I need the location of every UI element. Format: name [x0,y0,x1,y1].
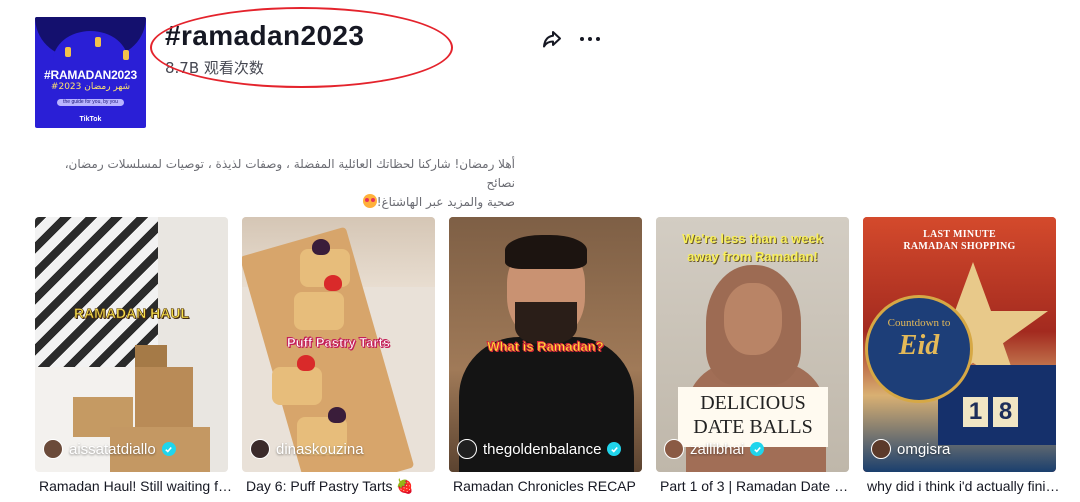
calendar-digit: 8 [993,397,1018,427]
thumbnail-berry [324,275,342,291]
thumbnail-hair [505,235,587,269]
more-options-button[interactable] [578,27,602,51]
avatar [664,439,684,459]
thumbnail-box [135,345,167,367]
verified-icon [607,442,622,456]
video-caption[interactable]: Part 1 of 3 | Ramadan Date Balls [660,478,853,494]
video-overlay-text: We're less than a week away from Ramadan… [682,231,823,264]
more-icon [580,37,600,41]
video-caption[interactable]: why did i think i'd actually finish my s… [867,478,1060,494]
thumbnail-berry [312,239,330,255]
author-name: dinaskouzina [276,440,364,458]
calendar-digit: 1 [963,397,988,427]
annotation-circle [150,7,453,88]
plate-text-main: Eid [898,330,940,361]
video-overlay-text: Puff Pastry Tarts [286,335,391,351]
avatar [43,439,63,459]
video-author[interactable]: dinaskouzina [250,439,364,459]
verified-icon [161,442,176,456]
plate-text: Countdown to Eid [865,317,973,362]
description-line-2-text: صحية والمزيد عبر الهاشتاغ! [376,195,515,209]
author-name: omgisra [897,440,951,458]
verified-icon [750,442,765,456]
thumbnail-face [724,283,782,355]
product-label-text: DELICIOUS DATE BALLS [678,387,828,447]
video-card[interactable]: We're less than a week away from Ramadan… [656,217,849,472]
avatar [457,439,477,459]
video-card[interactable]: RAMADAN HAUL aissatatdiallo [35,217,228,472]
video-overlay-text: RAMADAN HAUL [73,305,190,322]
video-caption[interactable]: Day 6: Puff Pastry Tarts 🍓 [246,478,439,495]
thumbnail-tart [294,292,344,330]
cover-subtitle: #شهر رمضان 2023 [50,82,131,92]
author-name: thegoldenbalance [483,440,602,458]
video-author[interactable]: thegoldenbalance [457,439,622,459]
video-author[interactable]: zallibhai [664,439,765,459]
heart-eyes-emoji-icon [362,194,377,208]
video-card[interactable]: Puff Pastry Tarts dinaskouzina [242,217,435,472]
plate-text-top: Countdown to [887,317,951,329]
share-button[interactable] [540,27,564,51]
thumbnail-berry [328,407,346,423]
thumbnail-beard [515,302,577,344]
cover-tagline: the guide for you, by you [57,99,124,106]
avatar [871,439,891,459]
thumbnail-tart [272,367,322,405]
thumbnail-box [135,367,193,427]
lantern-icon [95,37,101,47]
video-caption[interactable]: Ramadan Haul! Still waiting for the rest… [39,478,232,494]
thumbnail-berry [297,355,315,371]
video-author[interactable]: aissatatdiallo [43,439,176,459]
lantern-icon [65,47,71,57]
description-line-1: أهلا رمضان! شاركنا لحظاتك العائلية المفض… [64,157,515,190]
video-overlay-text: LAST MINUTE RAMADAN SHOPPING [903,229,1016,252]
hashtag-description: أهلا رمضان! شاركنا لحظاتك العائلية المفض… [35,155,515,212]
video-caption[interactable]: Ramadan Chronicles RECAP [453,478,646,494]
lantern-icon [123,50,129,60]
video-overlay-text: What is Ramadan? [487,339,604,355]
cover-brand: TikTok [79,116,102,123]
video-card[interactable]: 1 8 Countdown to Eid LAST MINUTE RAMADAN … [863,217,1056,472]
author-name: aissatatdiallo [69,440,156,458]
video-author[interactable]: omgisra [871,439,950,459]
video-card[interactable]: What is Ramadan? thegoldenbalance [449,217,642,472]
author-name: zallibhai [690,440,745,458]
cover-title: #RAMADAN2023 [44,68,137,82]
share-icon [543,31,561,48]
avatar [250,439,270,459]
description-line-2: صحية والمزيد عبر الهاشتاغ! [35,193,515,212]
hashtag-cover-image: #RAMADAN2023 #شهر رمضان 2023 the guide f… [35,17,146,128]
